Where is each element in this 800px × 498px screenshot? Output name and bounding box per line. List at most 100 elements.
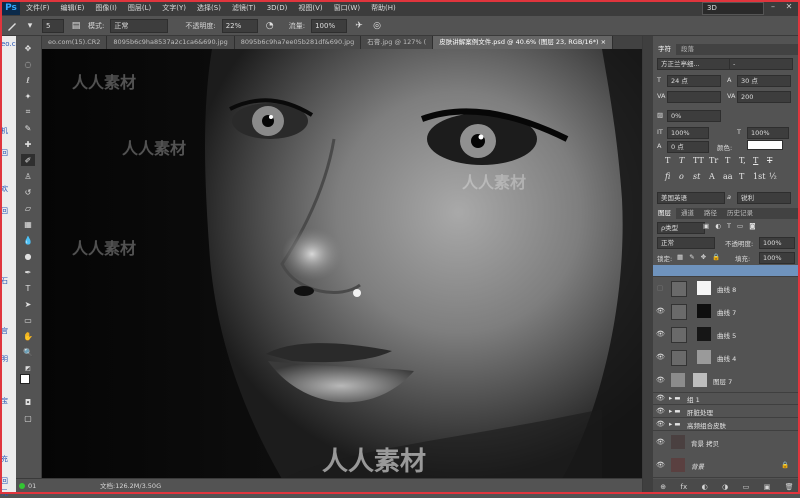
visibility-eye-icon[interactable]: 👁 — [656, 330, 665, 338]
layer-group-row[interactable]: 👁 ▸ ▬ 肝脏处理 — [653, 405, 800, 418]
foreground-color-swatch[interactable] — [20, 374, 30, 384]
menu-help[interactable]: 帮助(H) — [371, 3, 396, 13]
brush-panel-icon[interactable]: ▤ — [70, 20, 82, 32]
tab-character[interactable]: 字符 — [653, 44, 676, 55]
stylistic-alternates-button[interactable]: A — [709, 172, 715, 181]
group-name[interactable]: 高频组合皮肤 — [687, 420, 726, 430]
text-color-swatch[interactable] — [747, 140, 783, 150]
faux-bold-button[interactable]: T — [665, 156, 670, 165]
document-tab-active[interactable]: 皮肤讲解案例文件.psd @ 40.6% (图层 23, RGB/16*) × — [433, 36, 614, 49]
brush-tool-icon[interactable]: ✐ — [21, 154, 35, 166]
layer-group-row[interactable]: 👁 ▸ ▬ 组 1 — [653, 392, 800, 405]
layer-filter-select[interactable]: ρ类型 — [657, 222, 705, 234]
lasso-tool-icon[interactable]: ℓ — [21, 74, 35, 86]
layer-name[interactable]: 背景 拷贝 — [691, 438, 719, 448]
trash-icon[interactable]: 🗑 — [785, 483, 794, 491]
horizontal-scale-field[interactable]: 100% — [747, 127, 789, 139]
document-tab[interactable]: eo.com(15).CR2 — [42, 36, 108, 49]
underline-button[interactable]: T — [753, 156, 758, 165]
font-style-select[interactable]: - — [729, 58, 793, 70]
antialias-select[interactable]: 锐利 — [737, 192, 791, 204]
visibility-eye-icon[interactable]: 👁 — [656, 461, 665, 469]
menu-3d[interactable]: 3D(D) — [267, 4, 288, 12]
tracking-field[interactable]: 200 — [737, 91, 791, 103]
discretionary-ligature-button[interactable]: o — [679, 172, 684, 181]
menu-edit[interactable]: 编辑(E) — [61, 3, 85, 13]
add-mask-icon[interactable]: ◐ — [702, 483, 708, 491]
kerning-field[interactable] — [667, 91, 721, 103]
new-group-icon[interactable]: ▭ — [743, 483, 750, 491]
lock-icons[interactable]: ▦ ✎ ✥ 🔒 — [677, 253, 722, 261]
titling-alternates-button[interactable]: aa — [723, 172, 733, 181]
menu-type[interactable]: 文字(Y) — [162, 3, 186, 13]
panel-collapse-strip[interactable] — [643, 36, 653, 494]
visibility-eye-icon[interactable]: 👁 — [656, 420, 665, 428]
gradient-tool-icon[interactable]: ▦ — [21, 218, 35, 230]
fractions-button[interactable]: ½ — [769, 172, 777, 181]
hand-tool-icon[interactable]: ✋ — [21, 330, 35, 342]
language-select[interactable]: 美国英语 — [657, 192, 725, 204]
layer-name[interactable]: 曲线 4 — [717, 353, 736, 363]
superscript-button[interactable]: T — [725, 156, 730, 165]
font-size-field[interactable]: 24 点 — [667, 75, 721, 87]
adjustment-layer-icon[interactable]: ◑ — [722, 483, 728, 491]
layer-row[interactable]: 👁 曲线 5 — [653, 323, 800, 347]
subscript-button[interactable]: T, — [739, 156, 746, 165]
pressure-opacity-icon[interactable]: ◔ — [264, 20, 276, 32]
visibility-hidden-icon[interactable]: ▢ — [656, 284, 664, 292]
close-button[interactable]: ✕ — [784, 2, 794, 12]
strikethrough-button[interactable]: T — [767, 156, 772, 165]
default-colors-icon[interactable]: ◩ — [21, 362, 35, 374]
layer-group-row[interactable]: 👁 ▸ ▬ 高频组合皮肤 — [653, 418, 800, 431]
pressure-size-icon[interactable]: ◎ — [371, 20, 383, 32]
menu-window[interactable]: 窗口(W) — [334, 3, 360, 13]
layer-row-selected[interactable] — [653, 265, 800, 277]
screen-mode-icon[interactable]: ▢ — [21, 412, 35, 424]
swash-button[interactable]: st — [693, 172, 700, 181]
path-selection-tool-icon[interactable]: ➤ — [21, 298, 35, 310]
new-layer-icon[interactable]: ▣ — [764, 483, 771, 491]
layer-name[interactable]: 曲线 5 — [717, 330, 736, 340]
link-layers-icon[interactable]: ⊕ — [660, 483, 666, 491]
stamp-tool-icon[interactable]: ♙ — [21, 170, 35, 182]
layer-name[interactable]: 曲线 7 — [717, 307, 736, 317]
eyedropper-tool-icon[interactable]: ✎ — [21, 122, 35, 134]
ordinal-st-button[interactable]: 1st — [753, 172, 765, 181]
visibility-eye-icon[interactable]: 👁 — [656, 394, 665, 402]
airbrush-icon[interactable]: ✈ — [353, 20, 365, 32]
vertical-scale-field[interactable]: 100% — [667, 127, 709, 139]
baseline-shift-field[interactable]: 0 点 — [667, 141, 709, 153]
leading-field[interactable]: 30 点 — [737, 75, 791, 87]
healing-brush-tool-icon[interactable]: ✚ — [21, 138, 35, 150]
layer-opacity-field[interactable]: 100% — [759, 237, 795, 249]
tab-paragraph[interactable]: 段落 — [676, 44, 699, 55]
tab-channels[interactable]: 通道 — [676, 208, 699, 219]
font-family-select[interactable]: 方正兰亭细... — [657, 58, 731, 70]
layer-name[interactable]: 曲线 8 — [717, 284, 736, 294]
history-brush-tool-icon[interactable]: ↺ — [21, 186, 35, 198]
all-caps-button[interactable]: TT — [693, 156, 704, 165]
document-tab[interactable]: 石膏.jpg @ 127% ( — [361, 36, 434, 49]
magic-wand-tool-icon[interactable]: ✦ — [21, 90, 35, 102]
minimize-button[interactable]: – — [768, 2, 778, 12]
faux-italic-button[interactable]: T — [679, 156, 684, 165]
brush-tool-icon[interactable] — [6, 20, 18, 32]
marquee-tool-icon[interactable]: ◌ — [21, 58, 35, 70]
filter-icons[interactable]: ▣ ◐ T ▭ ◙ — [703, 222, 758, 230]
shape-tool-icon[interactable]: ▭ — [21, 314, 35, 326]
fill-field[interactable]: 100% — [759, 252, 795, 264]
layer-row[interactable]: 👁 背景 拷贝 — [653, 431, 800, 455]
group-name[interactable]: 肝脏处理 — [687, 407, 713, 417]
document-canvas[interactable]: 人人素材 人人素材 人人素材 人人素材 人人素材 — [42, 49, 642, 479]
visibility-eye-icon[interactable]: 👁 — [656, 353, 665, 361]
visibility-eye-icon[interactable]: 👁 — [656, 307, 665, 315]
zoom-level[interactable]: 01 — [28, 479, 36, 493]
menu-layer[interactable]: 图层(L) — [128, 3, 151, 13]
opacity-field[interactable]: 22% — [221, 18, 258, 33]
crop-tool-icon[interactable]: ⌗ — [21, 106, 35, 118]
menu-filter[interactable]: 滤镜(T) — [232, 3, 256, 13]
group-name[interactable]: 组 1 — [687, 394, 700, 404]
type-tool-icon[interactable]: T — [21, 282, 35, 294]
menu-select[interactable]: 选择(S) — [197, 3, 221, 13]
document-tab[interactable]: 8095b6c9ha7ee05b281df&690.jpg — [234, 36, 362, 49]
